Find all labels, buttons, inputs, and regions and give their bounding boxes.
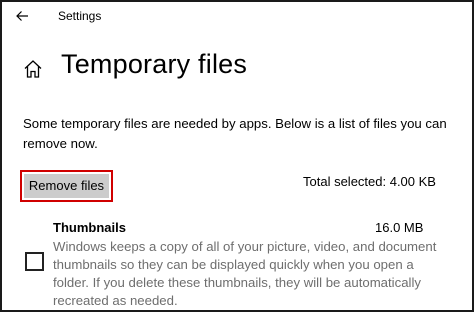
total-selected-label: Total selected: 4.00 KB xyxy=(303,174,436,189)
item-size: 16.0 MB xyxy=(375,220,424,235)
page-description: Some temporary files are needed by apps.… xyxy=(23,116,447,151)
page-title: Temporary files xyxy=(61,49,248,79)
item-description: Windows keeps a copy of all of your pict… xyxy=(53,239,437,308)
remove-files-highlight: Remove files xyxy=(20,170,113,202)
remove-files-button[interactable]: Remove files xyxy=(24,174,109,198)
item-name: Thumbnails xyxy=(53,220,126,235)
thumbnails-checkbox[interactable] xyxy=(25,252,44,271)
home-icon[interactable] xyxy=(22,58,44,80)
settings-window: Settings Temporary files Some temporary … xyxy=(0,0,474,312)
back-arrow-icon[interactable] xyxy=(14,8,30,24)
app-title: Settings xyxy=(58,9,102,23)
title-bar: Settings xyxy=(2,2,472,32)
